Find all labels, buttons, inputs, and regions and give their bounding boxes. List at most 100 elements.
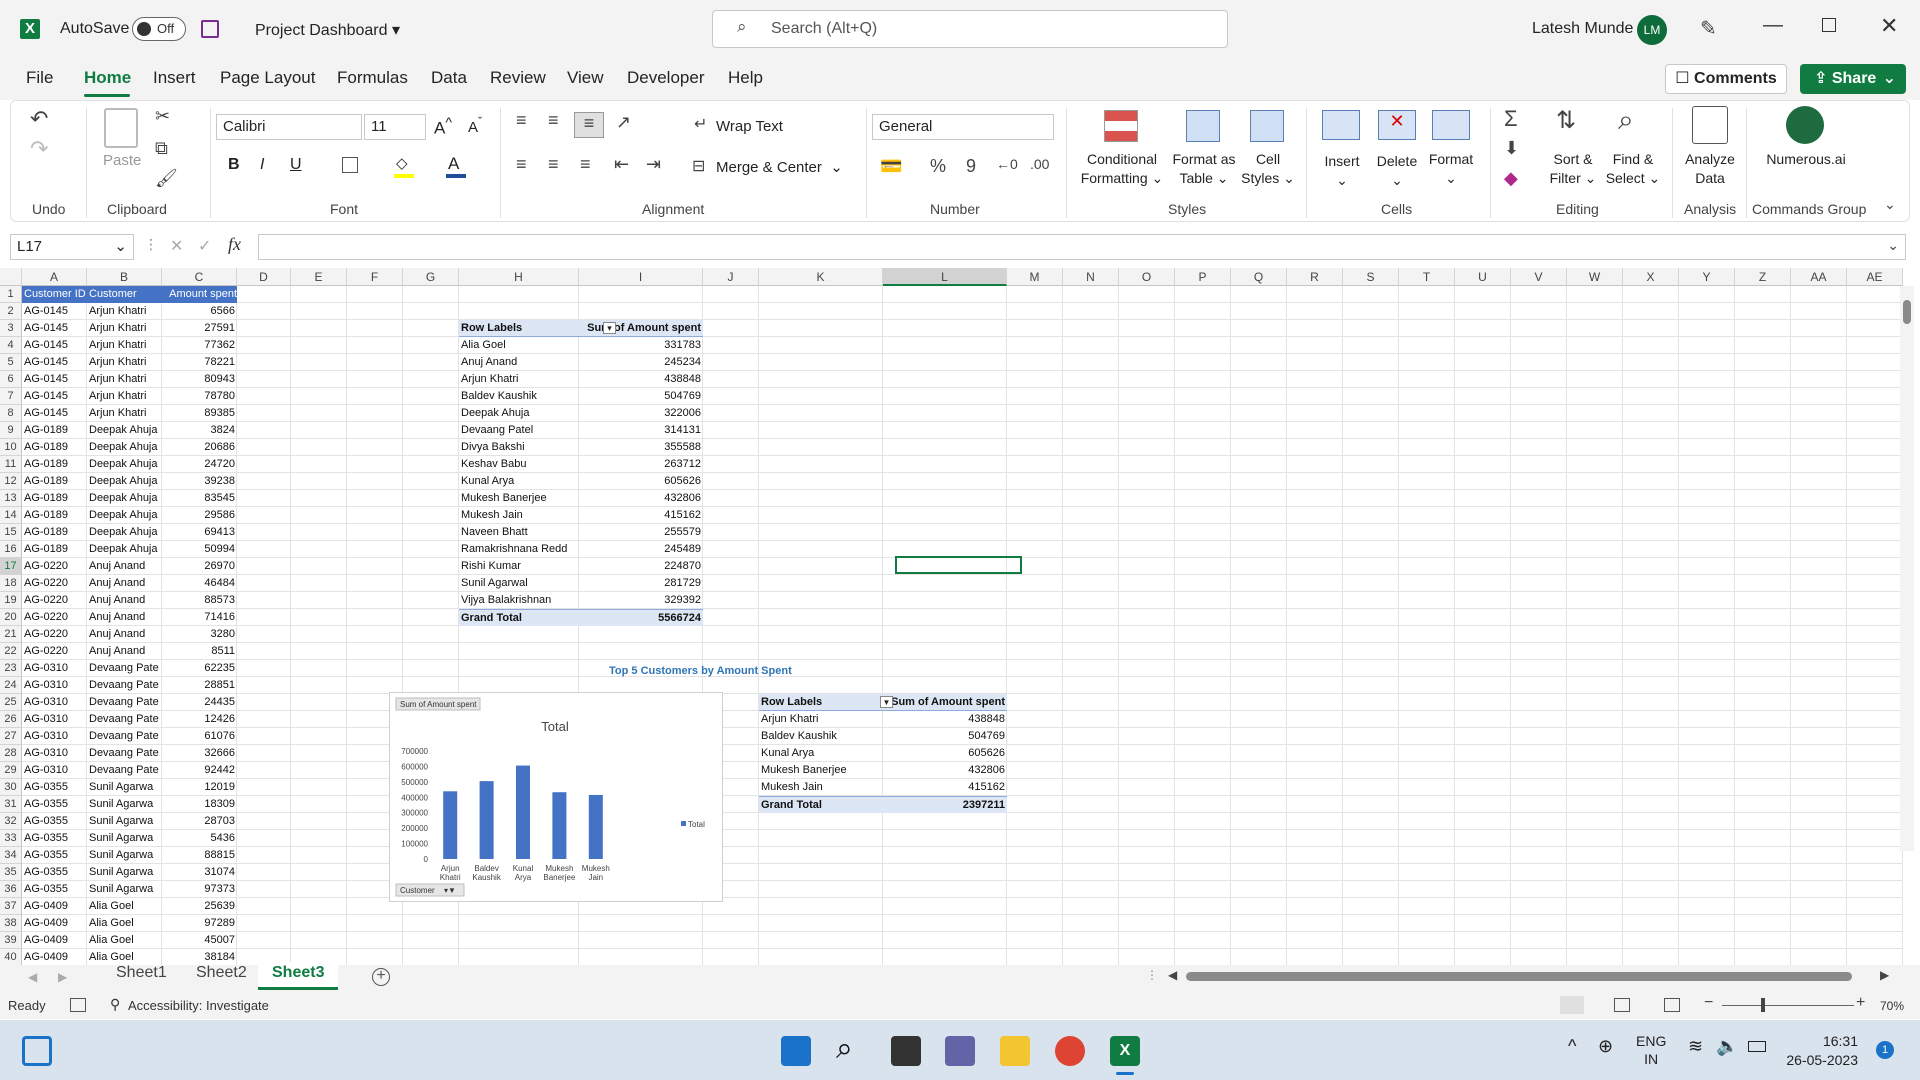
format-cells-button[interactable]: Format ⌄	[1424, 150, 1478, 188]
cell-styles-icon[interactable]	[1250, 110, 1284, 142]
insert-cells-button[interactable]: Insert ⌄	[1316, 152, 1368, 190]
pivot1-row-value[interactable]: 281729	[581, 575, 701, 592]
pivot2-row-value[interactable]: 605626	[885, 745, 1005, 762]
col-header-n[interactable]: N	[1063, 268, 1119, 286]
font-name-select[interactable]: Calibri	[216, 114, 362, 140]
table-cell[interactable]: Devaang Pate	[89, 694, 160, 711]
pivot1-row-label[interactable]: Anuj Anand	[461, 354, 577, 371]
pivot2-row-label[interactable]: Kunal Arya	[761, 745, 881, 762]
pivot2-filter-icon[interactable]: ▼	[880, 696, 893, 708]
pivot1-row-label[interactable]: Arjun Khatri	[461, 371, 577, 388]
pen-icon[interactable]: ✎	[1700, 16, 1717, 41]
notification-badge[interactable]: 1	[1876, 1041, 1894, 1059]
zoom-in-icon[interactable]: +	[1856, 994, 1865, 1012]
row-header-33[interactable]: 33	[0, 830, 22, 847]
accounting-format-icon[interactable]: 💳	[880, 156, 902, 177]
row-header-11[interactable]: 11	[0, 456, 22, 473]
table-cell[interactable]: 71416	[164, 609, 235, 626]
row-header-19[interactable]: 19	[0, 592, 22, 609]
pivot1-row-label[interactable]: Deepak Ahuja	[461, 405, 577, 422]
underline-icon[interactable]: U	[290, 156, 302, 174]
table-cell[interactable]: 12426	[164, 711, 235, 728]
table-cell[interactable]: 24435	[164, 694, 235, 711]
pivot1-grand-total-value[interactable]: 5566724	[579, 609, 703, 626]
table-cell[interactable]: 31074	[164, 864, 235, 881]
table-cell[interactable]: Deepak Ahuja	[89, 422, 160, 439]
col-header-y[interactable]: Y	[1679, 268, 1735, 286]
ribbon-collapse-icon[interactable]: ⌄	[1884, 196, 1896, 213]
teams-icon[interactable]	[945, 1036, 975, 1066]
table-cell[interactable]: Sunil Agarwa	[89, 847, 160, 864]
row-header-7[interactable]: 7	[0, 388, 22, 405]
autosum-icon[interactable]: Σ	[1504, 106, 1518, 132]
table-cell[interactable]: Anuj Anand	[89, 643, 160, 660]
pivot1-row-label[interactable]: Rishi Kumar	[461, 558, 577, 575]
pivot1-row-value[interactable]: 329392	[581, 592, 701, 609]
cancel-icon[interactable]: ✕	[170, 236, 183, 256]
table-cell[interactable]: 20686	[164, 439, 235, 456]
table-cell[interactable]: Arjun Khatri	[89, 371, 160, 388]
table-cell[interactable]: Arjun Khatri	[89, 354, 160, 371]
table-cell[interactable]: 61076	[164, 728, 235, 745]
minimize-icon[interactable]: —	[1763, 14, 1783, 37]
table-cell[interactable]: Alia Goel	[89, 932, 160, 949]
table-cell[interactable]: AG-0220	[24, 558, 85, 575]
percent-icon[interactable]: %	[930, 156, 946, 177]
table-cell[interactable]: 18309	[164, 796, 235, 813]
col-header-r[interactable]: R	[1287, 268, 1343, 286]
excel-taskbar-icon[interactable]: X	[1110, 1036, 1140, 1066]
conditional-formatting-icon[interactable]	[1104, 110, 1138, 142]
col-header-w[interactable]: W	[1567, 268, 1623, 286]
paste-icon[interactable]	[104, 108, 138, 148]
table-cell[interactable]: AG-0189	[24, 524, 85, 541]
col-header-h[interactable]: H	[459, 268, 579, 286]
file-name[interactable]: Project Dashboard ▾	[255, 20, 400, 40]
row-header-28[interactable]: 28	[0, 745, 22, 762]
pivot1-row-value[interactable]: 322006	[581, 405, 701, 422]
table-cell[interactable]: Anuj Anand	[89, 558, 160, 575]
sheet-tab-3[interactable]: Sheet3	[272, 964, 324, 982]
worksheet-grid[interactable]: A B C D E F G H I J K L M N O P Q R S T U V W X Y Z AA AE 123456789…	[0, 268, 1920, 968]
borders-icon[interactable]	[342, 157, 358, 173]
cut-icon[interactable]: ✂	[155, 106, 170, 127]
task-view-icon[interactable]	[891, 1036, 921, 1066]
row-header-40[interactable]: 40	[0, 949, 22, 966]
chart-area[interactable]: Sum of Amount spent Total 700000 600000 5000…	[389, 692, 723, 902]
table-cell[interactable]: Deepak Ahuja	[89, 524, 160, 541]
table-cell[interactable]: Arjun Khatri	[89, 303, 160, 320]
col-header-c[interactable]: C	[162, 268, 237, 286]
table-cell[interactable]: 8511	[164, 643, 235, 660]
row-header-21[interactable]: 21	[0, 626, 22, 643]
align-middle-icon[interactable]: ≡	[548, 110, 559, 131]
table-cell[interactable]: Sunil Agarwa	[89, 779, 160, 796]
scroll-right-icon[interactable]: ▶	[1880, 968, 1889, 982]
zoom-slider-thumb[interactable]	[1761, 998, 1765, 1012]
table-cell[interactable]: AG-0220	[24, 626, 85, 643]
table-cell[interactable]: 46484	[164, 575, 235, 592]
wifi-icon[interactable]: ≋	[1688, 1036, 1703, 1057]
table-cell[interactable]: AG-0189	[24, 473, 85, 490]
table-cell[interactable]: Sunil Agarwa	[89, 881, 160, 898]
row-header-37[interactable]: 37	[0, 898, 22, 915]
table-cell[interactable]: AG-0310	[24, 728, 85, 745]
tab-page-layout[interactable]: Page Layout	[220, 68, 315, 88]
table-cell[interactable]: Devaang Pate	[89, 711, 160, 728]
table-cell[interactable]: AG-0355	[24, 864, 85, 881]
clock[interactable]: 16:31 26-05-2023	[1782, 1032, 1858, 1070]
table-cell[interactable]: 83545	[164, 490, 235, 507]
pivot2-header-sum[interactable]: Sum of Amount spent	[883, 694, 1007, 711]
table-cell[interactable]: AG-0355	[24, 796, 85, 813]
table-cell[interactable]: 6566	[164, 303, 235, 320]
shrink-font-icon[interactable]: Aˇ	[468, 115, 482, 136]
format-cells-icon[interactable]	[1432, 110, 1470, 140]
table-cell[interactable]: 80943	[164, 371, 235, 388]
undo-icon[interactable]: ↶	[30, 106, 48, 132]
zoom-out-icon[interactable]: −	[1704, 994, 1713, 1012]
decrease-indent-icon[interactable]: ⇤	[614, 154, 629, 175]
orientation-icon[interactable]: ↗	[616, 112, 631, 133]
formula-input[interactable]: ⌄	[258, 234, 1906, 260]
row-header-10[interactable]: 10	[0, 439, 22, 456]
analyze-data-icon[interactable]	[1692, 106, 1728, 144]
table-cell[interactable]: 3280	[164, 626, 235, 643]
normal-view-icon[interactable]	[1560, 996, 1584, 1014]
